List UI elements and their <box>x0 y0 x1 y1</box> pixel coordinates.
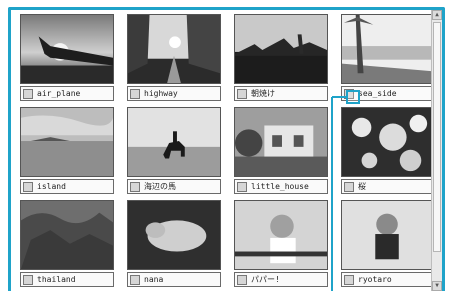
photo-sunrise-thumbnail[interactable] <box>234 14 328 84</box>
gallery-item-island[interactable]: island <box>17 105 117 197</box>
gallery-item-beach-horse[interactable]: 海辺の馬 <box>124 105 224 197</box>
select-checkbox[interactable] <box>237 182 247 192</box>
checkbox-highlight-box <box>346 90 360 104</box>
photo-ryotaro-thumbnail[interactable] <box>341 200 435 270</box>
photo-papa-thumbnail[interactable] <box>234 200 328 270</box>
vertical-scrollbar[interactable]: ▲ ▼ <box>431 10 442 291</box>
item-label: highway <box>144 89 178 98</box>
item-caption: little_house <box>234 179 328 194</box>
item-label: 桜 <box>358 182 366 191</box>
select-checkbox[interactable] <box>237 89 247 99</box>
photo-air-plane-thumbnail[interactable] <box>20 14 114 84</box>
scrollbar-thumb[interactable] <box>433 22 441 252</box>
gallery-item-nana[interactable]: nana <box>124 198 224 290</box>
item-label: nana <box>144 275 164 284</box>
item-caption: ryotaro <box>341 272 435 287</box>
item-caption: island <box>20 179 114 194</box>
item-label: thailand <box>37 275 76 284</box>
photo-highway-thumbnail[interactable] <box>127 14 221 84</box>
gallery-item-air-plane[interactable]: air_plane <box>17 12 117 104</box>
item-caption: thailand <box>20 272 114 287</box>
item-label: island <box>37 182 66 191</box>
item-caption: 海辺の馬 <box>127 179 221 194</box>
item-label: little_house <box>251 182 309 191</box>
item-label: 朝焼け <box>251 89 275 98</box>
gallery-item-papa[interactable]: パパー! <box>231 198 331 290</box>
select-checkbox[interactable] <box>130 89 140 99</box>
select-checkbox[interactable] <box>344 275 354 285</box>
item-caption: 朝焼け <box>234 86 328 101</box>
select-checkbox[interactable] <box>23 275 33 285</box>
photo-dog-nana-thumbnail[interactable] <box>127 200 221 270</box>
gallery-item-thailand[interactable]: thailand <box>17 198 117 290</box>
select-checkbox[interactable] <box>23 182 33 192</box>
item-caption: パパー! <box>234 272 328 287</box>
select-checkbox[interactable] <box>344 182 354 192</box>
gallery-item-little-house[interactable]: little_house <box>231 105 331 197</box>
item-label: ryotaro <box>358 275 392 284</box>
item-label: sea_side <box>358 89 397 98</box>
select-checkbox[interactable] <box>130 275 140 285</box>
item-caption: nana <box>127 272 221 287</box>
scroll-down-arrow-icon[interactable]: ▼ <box>432 281 442 291</box>
item-label: 海辺の馬 <box>144 182 176 191</box>
gallery-item-sunrise[interactable]: 朝焼け <box>231 12 331 104</box>
item-caption: highway <box>127 86 221 101</box>
item-caption: air_plane <box>20 86 114 101</box>
select-checkbox[interactable] <box>130 182 140 192</box>
gallery-item-highway[interactable]: highway <box>124 12 224 104</box>
select-checkbox[interactable] <box>23 89 33 99</box>
photo-beach-horse-thumbnail[interactable] <box>127 107 221 177</box>
select-checkbox[interactable] <box>237 275 247 285</box>
photo-little-house-thumbnail[interactable] <box>234 107 328 177</box>
item-label: パパー! <box>251 275 280 284</box>
item-caption: 桜 <box>341 179 435 194</box>
item-label: air_plane <box>37 89 81 98</box>
photo-thailand-thumbnail[interactable] <box>20 200 114 270</box>
photo-cherry-blossom-thumbnail[interactable] <box>341 107 435 177</box>
gallery-item-ryotaro[interactable]: ryotaro <box>338 198 438 290</box>
photo-sea-side-thumbnail[interactable] <box>341 14 435 84</box>
photo-gallery-panel: air_plane highway 朝焼け sea_side island 海辺… <box>8 7 445 291</box>
scroll-up-arrow-icon[interactable]: ▲ <box>432 10 442 20</box>
photo-island-thumbnail[interactable] <box>20 107 114 177</box>
gallery-item-cherry-blossom[interactable]: 桜 <box>338 105 438 197</box>
